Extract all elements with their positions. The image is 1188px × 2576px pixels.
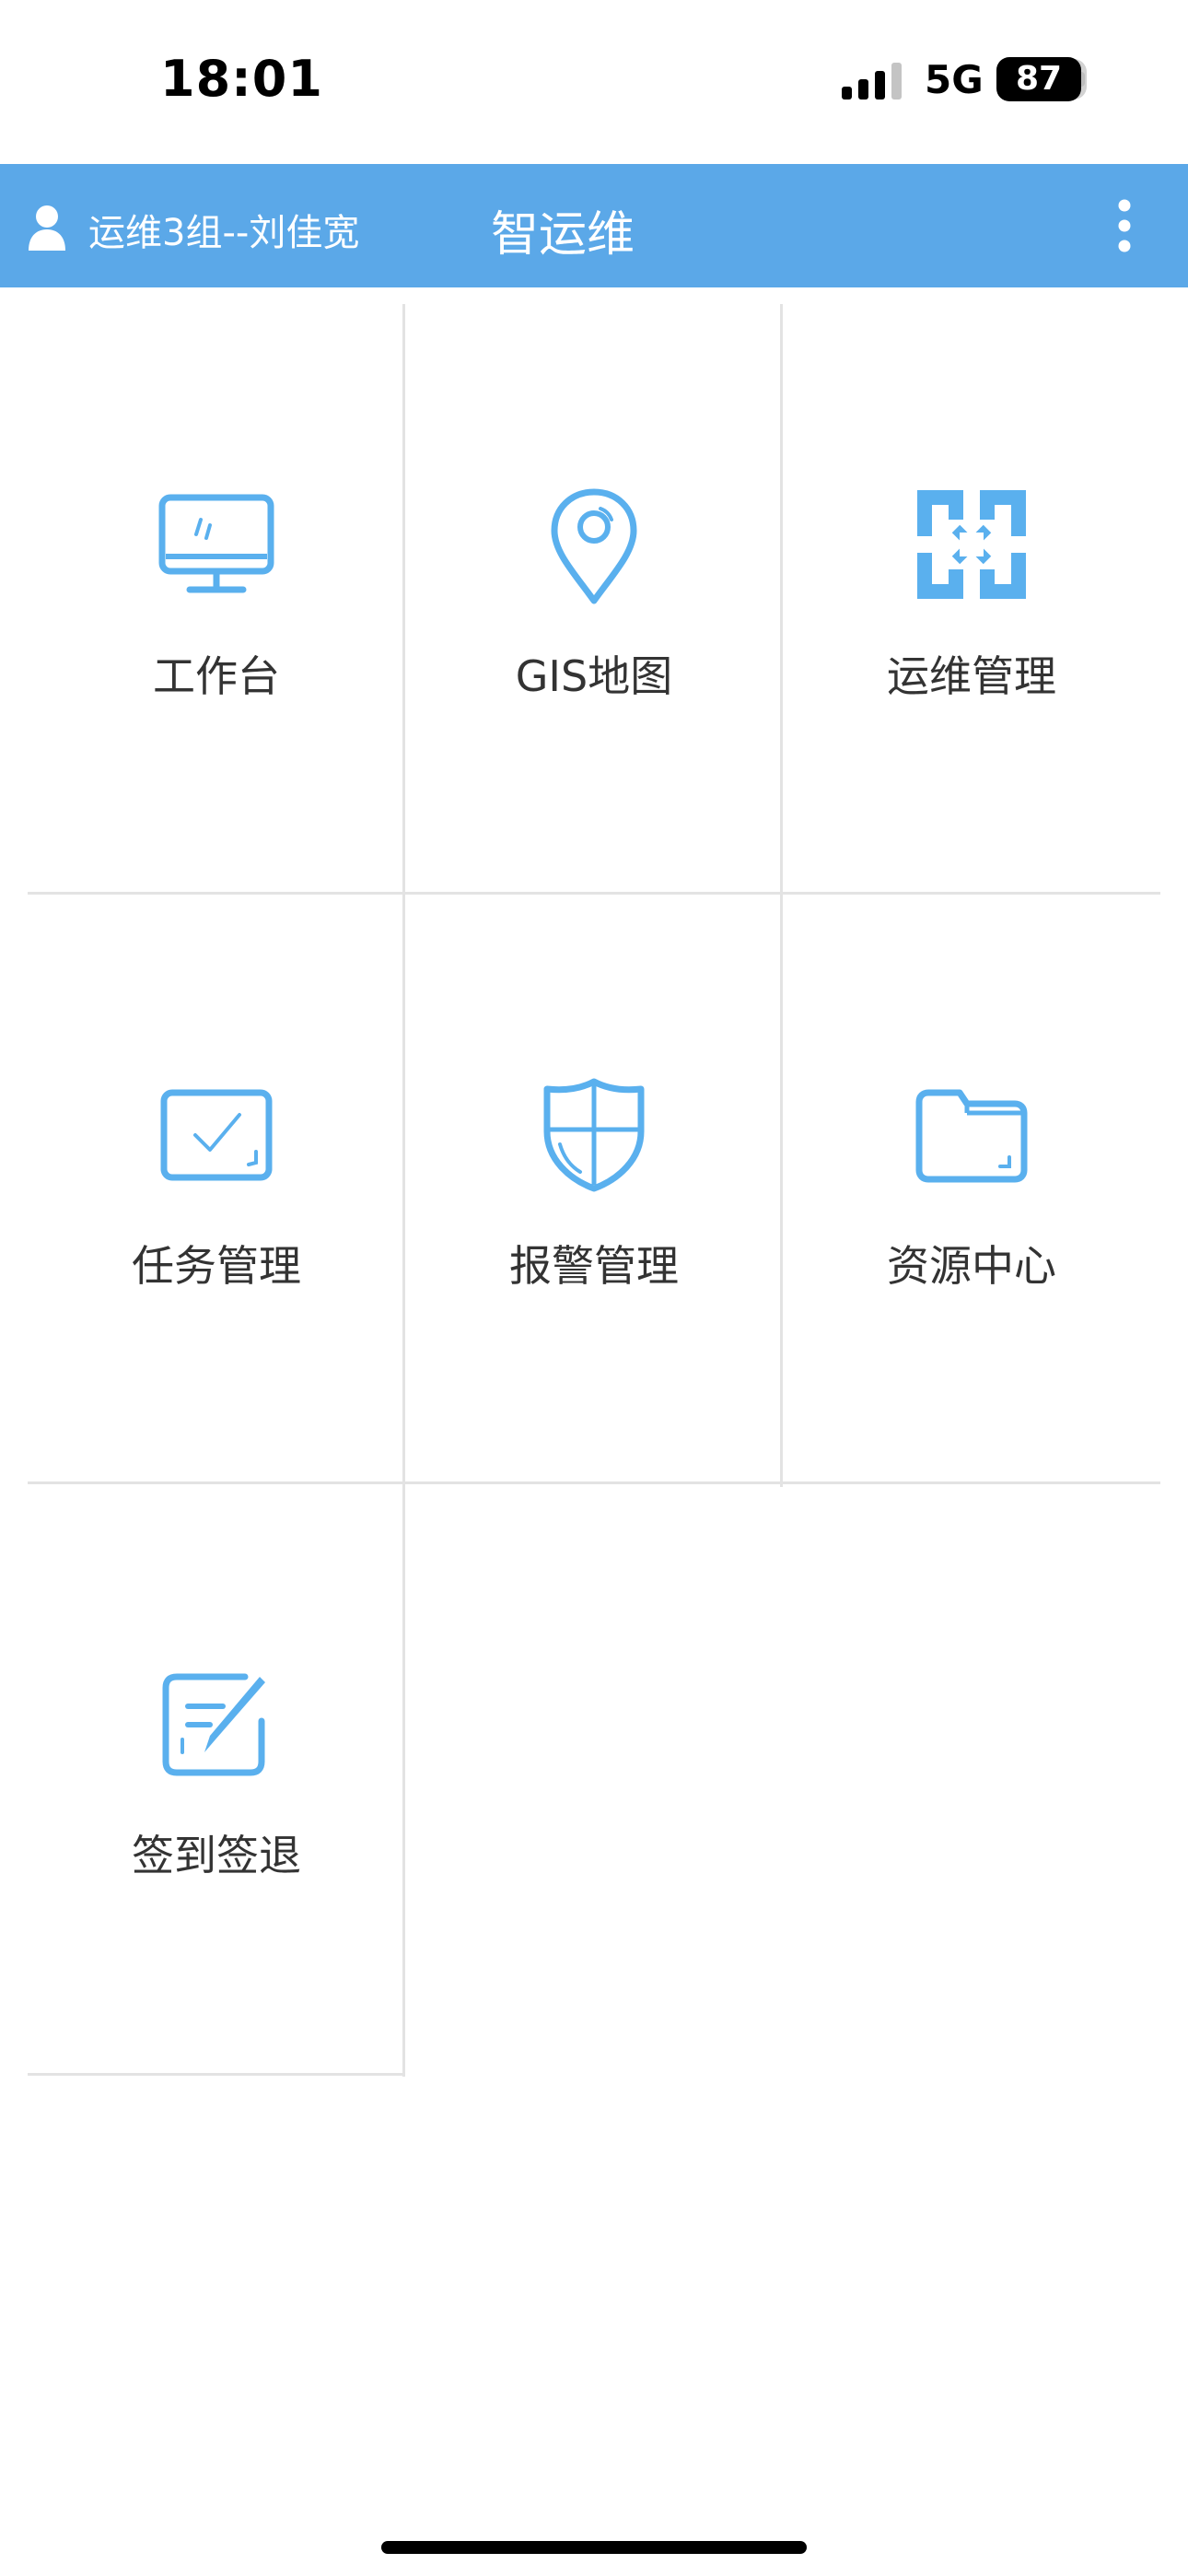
menu-label: 工作台 <box>153 651 280 701</box>
menu-label: 资源中心 <box>887 1241 1056 1291</box>
menu-item-alarms[interactable]: 报警管理 <box>405 894 783 1483</box>
battery-level: 87 <box>996 57 1081 101</box>
home-indicator[interactable] <box>381 2541 807 2554</box>
grid-divider <box>28 892 1160 895</box>
user-label[interactable]: 运维3组--刘佳宽 <box>88 203 359 256</box>
grid-divider <box>780 304 783 1487</box>
grid-blocks-icon <box>917 490 1026 599</box>
menu-item-workbench[interactable]: 工作台 <box>28 304 405 894</box>
menu-item-check-in[interactable]: 签到签退 <box>28 1483 405 2073</box>
menu-label: 报警管理 <box>509 1241 679 1291</box>
menu-label: 运维管理 <box>887 651 1056 701</box>
grid-divider <box>402 304 405 2077</box>
menu-label: 签到签退 <box>132 1831 301 1880</box>
app-title: 智运维 <box>490 207 635 263</box>
location-pin-icon <box>551 488 637 604</box>
menu-item-operations[interactable]: 运维管理 <box>783 304 1160 894</box>
shield-icon <box>543 1078 645 1192</box>
network-label: 5G <box>925 57 984 102</box>
status-bar: 18:01 5G 87 <box>0 0 1188 164</box>
status-time: 18:01 <box>160 50 323 108</box>
menu-item-gis-map[interactable]: GIS地图 <box>405 304 783 894</box>
grid-divider <box>28 1481 1160 1484</box>
menu-label: GIS地图 <box>515 651 673 701</box>
menu-item-tasks[interactable]: 任务管理 <box>28 894 405 1483</box>
menu-item-resources[interactable]: 资源中心 <box>783 894 1160 1483</box>
user-icon[interactable] <box>28 205 66 251</box>
app-header: 运维3组--刘佳宽 智运维 <box>0 164 1188 287</box>
edit-note-icon <box>162 1673 265 1776</box>
more-menu-icon[interactable] <box>1101 197 1147 254</box>
folder-icon <box>915 1089 1028 1183</box>
grid-divider <box>28 2073 405 2076</box>
signal-icon <box>842 63 902 100</box>
menu-label: 任务管理 <box>132 1241 301 1291</box>
task-check-icon <box>160 1089 273 1181</box>
monitor-icon <box>158 494 274 593</box>
